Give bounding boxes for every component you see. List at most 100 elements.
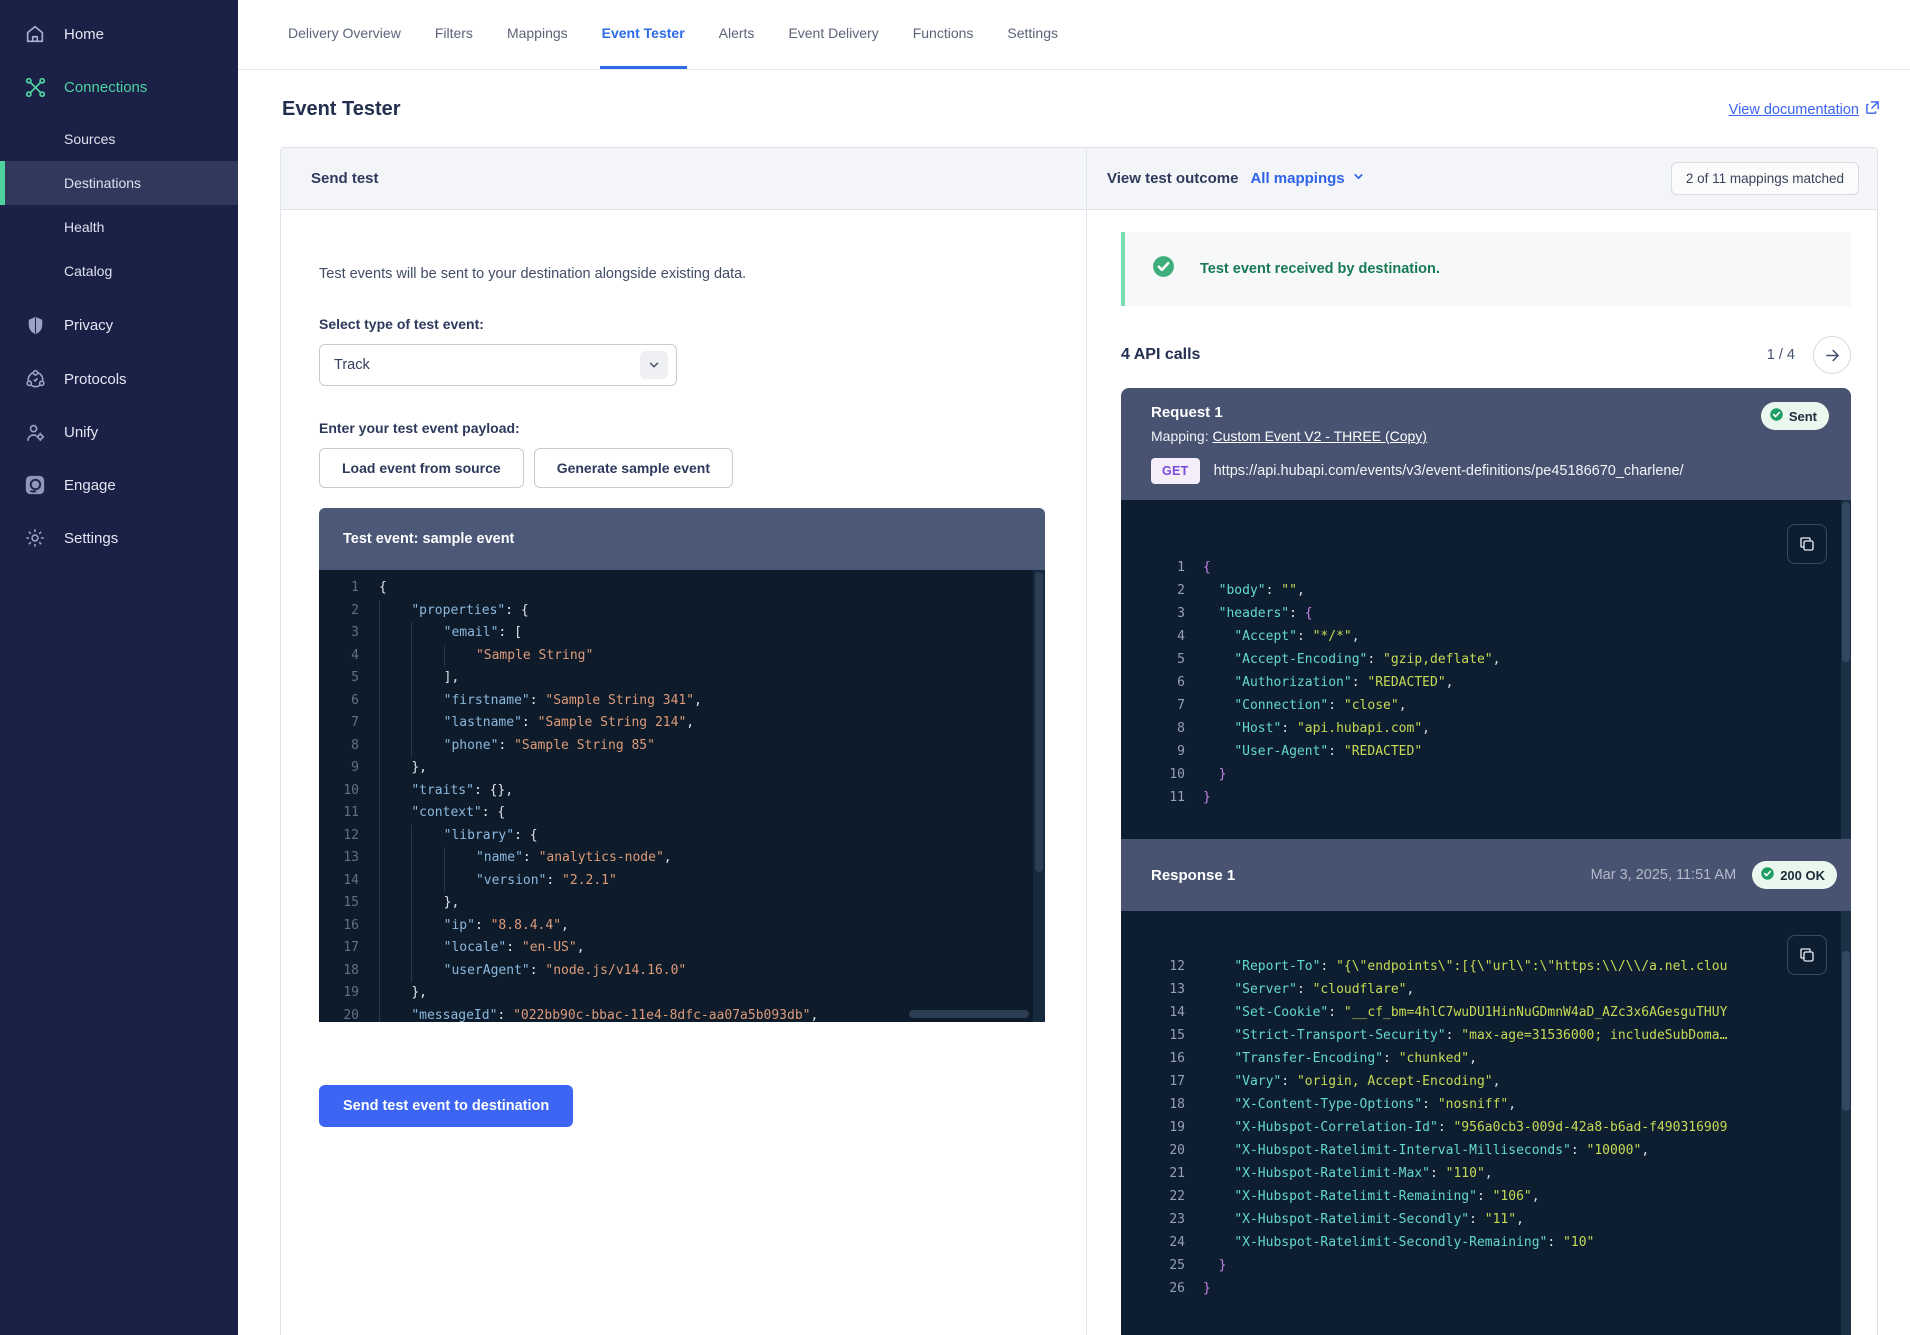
response-header: Response 1 Mar 3, 2025, 11:51 AM 200 OK	[1121, 839, 1851, 911]
view-documentation-link[interactable]: View documentation	[1729, 100, 1880, 119]
success-banner: Test event received by destination.	[1121, 232, 1851, 306]
http-method-chip: GET	[1151, 458, 1200, 484]
code-line: 1{	[1121, 556, 1851, 579]
code-line: 12 "Report-To": "{\"endpoints\":[{\"url\…	[1121, 955, 1851, 978]
sidebar-item-destinations[interactable]: Destinations	[0, 161, 238, 205]
sidebar-item-settings[interactable]: Settings	[0, 516, 238, 560]
code-line: 21 "X-Hubspot-Ratelimit-Max": "110",	[1121, 1162, 1851, 1185]
code-line: 23 "X-Hubspot-Ratelimit-Secondly": "11",	[1121, 1208, 1851, 1231]
code-line: 2 "properties": {	[319, 600, 1045, 623]
app-root: Home Connections Sources Destinations He…	[0, 0, 1910, 1335]
editor-scrollbar[interactable]	[1033, 570, 1045, 1022]
payload-editor[interactable]: Test event: sample event 1{2 "properties…	[319, 508, 1045, 1022]
editor-title: Test event: sample event	[319, 508, 1045, 570]
sidebar-item-health[interactable]: Health	[0, 205, 238, 249]
code-line: 18 "X-Content-Type-Options": "nosniff",	[1121, 1093, 1851, 1116]
code-line: 9 },	[319, 757, 1045, 780]
request-scrollbar[interactable]	[1841, 500, 1851, 839]
tab-delivery-overview[interactable]: Delivery Overview	[286, 0, 403, 69]
request-header: Request 1 Sent Mapping: Custom Event V2 …	[1121, 388, 1851, 500]
sidebar-item-privacy[interactable]: Privacy	[0, 303, 238, 347]
code-line: 26}	[1121, 1277, 1851, 1300]
code-line: 19 },	[319, 982, 1045, 1005]
protocols-icon	[22, 366, 48, 392]
sidebar-item-label: Health	[64, 219, 104, 235]
code-line: 10 }	[1121, 763, 1851, 786]
sidebar-item-protocols[interactable]: Protocols	[0, 357, 238, 401]
check-circle-icon	[1151, 254, 1176, 284]
code-line: 3 "headers": {	[1121, 602, 1851, 625]
tab-filters[interactable]: Filters	[433, 0, 475, 69]
code-line: 5 "Accept-Encoding": "gzip,deflate",	[1121, 648, 1851, 671]
outcome-header: View test outcome	[1107, 170, 1238, 187]
request-body-code: 1{2 "body": "",3 "headers": {4 "Accept":…	[1121, 500, 1851, 839]
home-icon	[22, 21, 48, 47]
mappings-filter-dropdown[interactable]: All mappings	[1250, 170, 1364, 187]
sidebar-item-label: Connections	[64, 79, 147, 96]
code-line: 13 "name": "analytics-node",	[319, 847, 1045, 870]
code-line: 16 "Transfer-Encoding": "chunked",	[1121, 1047, 1851, 1070]
chevron-down-icon	[1352, 170, 1365, 187]
code-line: 20 "X-Hubspot-Ratelimit-Interval-Millise…	[1121, 1139, 1851, 1162]
code-line: 12 "library": {	[319, 825, 1045, 848]
code-line: 14 "version": "2.2.1"	[319, 870, 1045, 893]
code-line: 18 "userAgent": "node.js/v14.16.0"	[319, 960, 1045, 983]
tab-mappings[interactable]: Mappings	[505, 0, 570, 69]
sidebar-item-engage[interactable]: Engage	[0, 463, 238, 507]
event-tester-card: Send test Test events will be sent to yo…	[280, 147, 1878, 1335]
copy-response-button[interactable]	[1787, 935, 1827, 975]
tab-functions[interactable]: Functions	[911, 0, 976, 69]
send-test-event-button[interactable]: Send test event to destination	[319, 1085, 573, 1127]
send-test-description: Test events will be sent to your destina…	[319, 266, 1046, 282]
code-line: 5 ],	[319, 667, 1045, 690]
request-url: https://api.hubapi.com/events/v3/event-d…	[1214, 463, 1684, 479]
editor-hscrollbar[interactable]	[909, 1010, 1029, 1018]
code-line: 4 "Sample String"	[319, 645, 1045, 668]
sidebar-item-sources[interactable]: Sources	[0, 117, 238, 161]
code-line: 3 "email": [	[319, 622, 1045, 645]
copy-request-button[interactable]	[1787, 524, 1827, 564]
sidebar: Home Connections Sources Destinations He…	[0, 0, 238, 1335]
sidebar-item-label: Engage	[64, 477, 116, 494]
mapping-link[interactable]: Custom Event V2 - THREE (Copy)	[1212, 428, 1426, 444]
load-event-button[interactable]: Load event from source	[319, 448, 524, 488]
code-line: 25 }	[1121, 1254, 1851, 1277]
tab-event-delivery[interactable]: Event Delivery	[786, 0, 880, 69]
test-outcome-panel: View test outcome All mappings 2 of 11 m…	[1087, 148, 1877, 1335]
generate-sample-button[interactable]: Generate sample event	[534, 448, 733, 488]
code-line: 8 "Host": "api.hubapi.com",	[1121, 717, 1851, 740]
code-line: 7 "lastname": "Sample String 214",	[319, 712, 1045, 735]
api-calls-title: 4 API calls	[1121, 346, 1200, 364]
code-line: 2 "body": "",	[1121, 579, 1851, 602]
tab-event-tester[interactable]: Event Tester	[600, 0, 687, 69]
sidebar-item-unify[interactable]: Unify	[0, 410, 238, 454]
sidebar-item-label: Privacy	[64, 317, 113, 334]
code-line: 11}	[1121, 786, 1851, 809]
sidebar-item-catalog[interactable]: Catalog	[0, 249, 238, 293]
api-call-card: Request 1 Sent Mapping: Custom Event V2 …	[1121, 388, 1851, 1335]
response-scrollbar[interactable]	[1841, 911, 1851, 1335]
editor-code[interactable]: 1{2 "properties": {3 "email": [4 "Sample…	[319, 570, 1045, 1022]
tab-alerts[interactable]: Alerts	[717, 0, 757, 69]
main-area: Delivery Overview Filters Mappings Event…	[238, 0, 1910, 1335]
sidebar-item-label: Protocols	[64, 371, 127, 388]
event-type-select[interactable]: Track	[319, 344, 677, 386]
code-line: 8 "phone": "Sample String 85"	[319, 735, 1045, 758]
tab-settings[interactable]: Settings	[1005, 0, 1060, 69]
code-line: 15 "Strict-Transport-Security": "max-age…	[1121, 1024, 1851, 1047]
code-line: 14 "Set-Cookie": "__cf_bm=4hlC7wuDU1HinN…	[1121, 1001, 1851, 1024]
external-link-icon	[1865, 100, 1880, 119]
code-line: 22 "X-Hubspot-Ratelimit-Remaining": "106…	[1121, 1185, 1851, 1208]
sidebar-item-label: Catalog	[64, 263, 112, 279]
sidebar-item-connections[interactable]: Connections	[0, 65, 238, 109]
gear-icon	[22, 525, 48, 551]
page-title: Event Tester	[282, 98, 401, 121]
sidebar-item-label: Sources	[64, 131, 115, 147]
next-api-call-button[interactable]	[1813, 336, 1851, 374]
code-line: 1{	[319, 577, 1045, 600]
code-line: 7 "Connection": "close",	[1121, 694, 1851, 717]
send-test-panel: Send test Test events will be sent to yo…	[281, 148, 1087, 1335]
sidebar-item-home[interactable]: Home	[0, 12, 238, 56]
response-title: Response 1	[1151, 867, 1235, 884]
code-line: 19 "X-Hubspot-Correlation-Id": "956a0cb3…	[1121, 1116, 1851, 1139]
